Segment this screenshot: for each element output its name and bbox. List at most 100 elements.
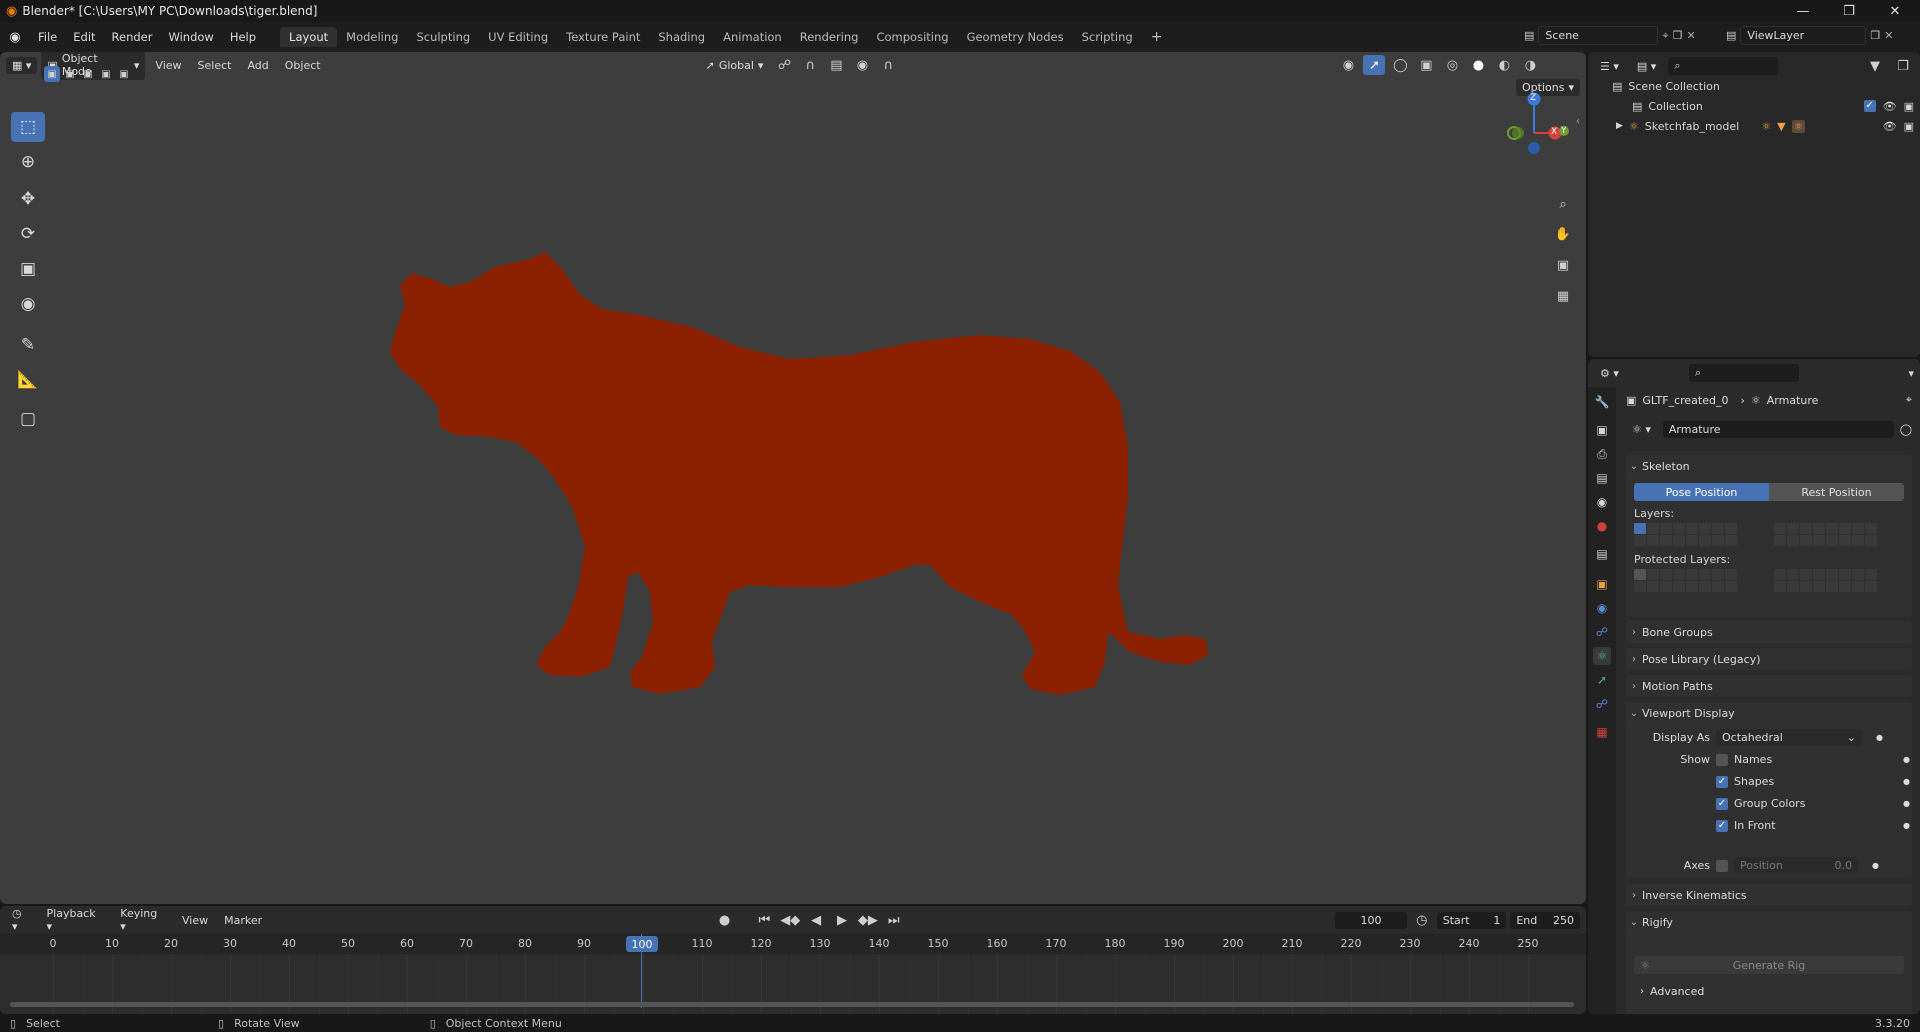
new-view-layer-icon[interactable]: ❐ [1870, 29, 1880, 42]
gizmo-toggle-icon[interactable]: ➚ [1363, 55, 1386, 75]
tab-animation[interactable]: Animation [714, 27, 791, 47]
navigation-gizmo[interactable]: Z X Y [1498, 90, 1578, 170]
keyframe-dot-icon[interactable]: ● [1872, 861, 1879, 870]
record-icon[interactable]: ● [714, 910, 736, 930]
bone-tab-icon[interactable]: ➚ [1593, 671, 1611, 689]
output-tab-icon[interactable]: ⎙ [1593, 445, 1611, 463]
outliner-search-input[interactable]: ⌕ [1668, 57, 1779, 75]
scene-name[interactable]: Scene [1538, 26, 1659, 45]
transform-orientation-dropdown[interactable]: ➚ Global ▾ [700, 57, 770, 74]
menu-marker[interactable]: Marker [218, 912, 268, 929]
options-chevron-icon[interactable]: ▾ [1908, 367, 1914, 380]
eye-icon[interactable]: 👁 [1883, 100, 1897, 113]
tab-sculpting[interactable]: Sculpting [407, 27, 479, 47]
overlays-icon[interactable]: ◯ [1389, 55, 1411, 75]
tab-compositing[interactable]: Compositing [867, 27, 957, 47]
bone-constraints-tab-icon[interactable]: ☍ [1593, 695, 1611, 713]
play-icon[interactable]: ▶ [831, 910, 853, 930]
tab-layout[interactable]: Layout [280, 27, 338, 47]
delete-view-layer-icon[interactable]: ✕ [1884, 29, 1893, 42]
menu-add[interactable]: Add [241, 57, 274, 74]
view-layer-tab-icon[interactable]: ▤ [1593, 469, 1611, 487]
constraints-tab-icon[interactable]: ☍ [1593, 623, 1611, 641]
in-front-checkbox[interactable]: ✓ [1716, 819, 1728, 832]
close-icon[interactable]: ✕ [1872, 0, 1918, 22]
keyframe-dot-icon[interactable]: ● [1876, 733, 1883, 742]
sidebar-toggle-icon[interactable]: ‹ [1576, 116, 1580, 127]
pose-position-button[interactable]: Pose Position [1634, 483, 1769, 501]
tiger-model[interactable] [370, 247, 1220, 697]
jump-end-icon[interactable]: ⏭ [883, 910, 905, 930]
group-colors-checkbox[interactable]: ✓ [1716, 797, 1728, 810]
protected-layers-grid-a[interactable] [1634, 569, 1737, 592]
armature-data-tab-icon[interactable]: ⚛ [1593, 647, 1611, 665]
datablock-name-field[interactable]: Armature [1662, 421, 1894, 438]
physics-tab-icon[interactable]: ◉ [1593, 599, 1611, 617]
xray-icon[interactable]: ▣ [1415, 55, 1437, 75]
rest-position-button[interactable]: Rest Position [1769, 483, 1904, 501]
new-scene-icon[interactable]: ❐ [1673, 29, 1683, 42]
layers-grid-a[interactable] [1634, 523, 1737, 546]
move-icon[interactable]: ✥ [11, 184, 45, 214]
display-mode-icon[interactable]: ▤ ▾ [1631, 58, 1662, 75]
zoom-icon[interactable]: ⌕ [1552, 194, 1574, 214]
panel-pose-library[interactable]: › Pose Library (Legacy) [1626, 648, 1912, 670]
shapes-checkbox[interactable]: ✓ [1716, 775, 1728, 788]
outliner-editor-type-icon[interactable]: ☰ ▾ [1594, 58, 1625, 75]
scale-icon[interactable]: ▣ [11, 254, 45, 284]
select-subtract-icon[interactable]: ▣ [80, 66, 96, 82]
object-tab-icon[interactable]: ▣ [1593, 575, 1611, 593]
properties-search-input[interactable]: ⌕ [1688, 364, 1799, 382]
menu-keying[interactable]: Keying ▾ [114, 906, 172, 935]
keyframe-dot-icon[interactable]: ● [1903, 755, 1910, 764]
advanced-subpanel[interactable]: › Advanced [1640, 985, 1704, 998]
current-frame-field[interactable]: 100 [1335, 911, 1407, 929]
delete-scene-icon[interactable]: ✕ [1686, 29, 1695, 42]
snap-target-icon[interactable]: ▤ [825, 55, 847, 75]
frame-ruler[interactable]: 0 10 20 30 40 50 60 70 80 90 110 120 130 140 150 160 170… [0, 934, 1586, 954]
keyframe-dot-icon[interactable]: ● [1903, 799, 1910, 808]
camera-view-icon[interactable]: ▣ [1552, 255, 1574, 275]
menu-help[interactable]: Help [222, 30, 264, 44]
tool-tab-icon[interactable]: 🔧 [1593, 393, 1611, 411]
panel-bone-groups[interactable]: › Bone Groups [1626, 621, 1912, 643]
collection-tab-icon[interactable]: ▤ [1593, 545, 1611, 563]
proportional-edit-icon[interactable]: ◉ [851, 55, 873, 75]
menu-edit[interactable]: Edit [65, 30, 103, 44]
expand-arrow-icon[interactable]: ▶ [1616, 121, 1623, 131]
tab-modeling[interactable]: Modeling [337, 27, 407, 47]
playhead-frame-label[interactable]: 100 [626, 936, 658, 952]
render-tab-icon[interactable]: ▣ [1593, 421, 1611, 439]
end-frame-field[interactable]: End 250 [1510, 911, 1581, 929]
minimize-icon[interactable]: — [1780, 0, 1826, 22]
menu-file[interactable]: File [30, 30, 65, 44]
panel-viewport-display-header[interactable]: ⌄ Viewport Display [1626, 702, 1912, 724]
pin-icon[interactable]: ⌖ [1662, 29, 1668, 43]
menu-view[interactable]: View [149, 57, 187, 74]
material-shading-icon[interactable]: ◐ [1493, 55, 1515, 75]
transform-icon[interactable]: ◉ [11, 289, 45, 319]
panel-inverse-kinematics[interactable]: › Inverse Kinematics [1626, 884, 1912, 906]
view-layer-selector[interactable]: ▤ ViewLayer ❐ ✕ [1726, 26, 1894, 45]
eye-icon[interactable]: 👁 [1883, 120, 1897, 133]
snap-icon[interactable]: ∩ [799, 55, 821, 75]
names-checkbox[interactable] [1716, 753, 1728, 766]
menu-select[interactable]: Select [192, 57, 238, 74]
panel-skeleton-header[interactable]: ⌄ Skeleton [1626, 455, 1912, 477]
outliner-item-sketchfab-model[interactable]: ▶ ⚛ Sketchfab_model ⚛ ▼ ⚛ 👁 ▣ [1588, 116, 1920, 136]
tab-texture-paint[interactable]: Texture Paint [557, 27, 649, 47]
panel-motion-paths[interactable]: › Motion Paths [1626, 675, 1912, 697]
jump-start-icon[interactable]: ⏮ [753, 910, 775, 930]
select-invert-icon[interactable]: ▣ [98, 66, 114, 82]
editor-type-dropdown[interactable]: ▦ ▾ [6, 56, 38, 74]
restore-icon[interactable]: ❐ [1826, 0, 1872, 22]
select-new-icon[interactable]: ▣ [44, 66, 60, 82]
keyframe-dot-icon[interactable]: ● [1903, 821, 1910, 830]
rendered-shading-icon[interactable]: ◑ [1519, 55, 1541, 75]
perspective-toggle-icon[interactable]: ▦ [1552, 286, 1574, 306]
tab-geometry-nodes[interactable]: Geometry Nodes [958, 27, 1073, 47]
properties-editor-type-icon[interactable]: ⚙ ▾ [1594, 365, 1625, 382]
jump-keyframe-forward-icon[interactable]: ◆▶ [857, 910, 879, 930]
menu-playback[interactable]: Playback ▾ [41, 906, 111, 935]
pan-hand-icon[interactable]: ✋ [1552, 224, 1574, 244]
